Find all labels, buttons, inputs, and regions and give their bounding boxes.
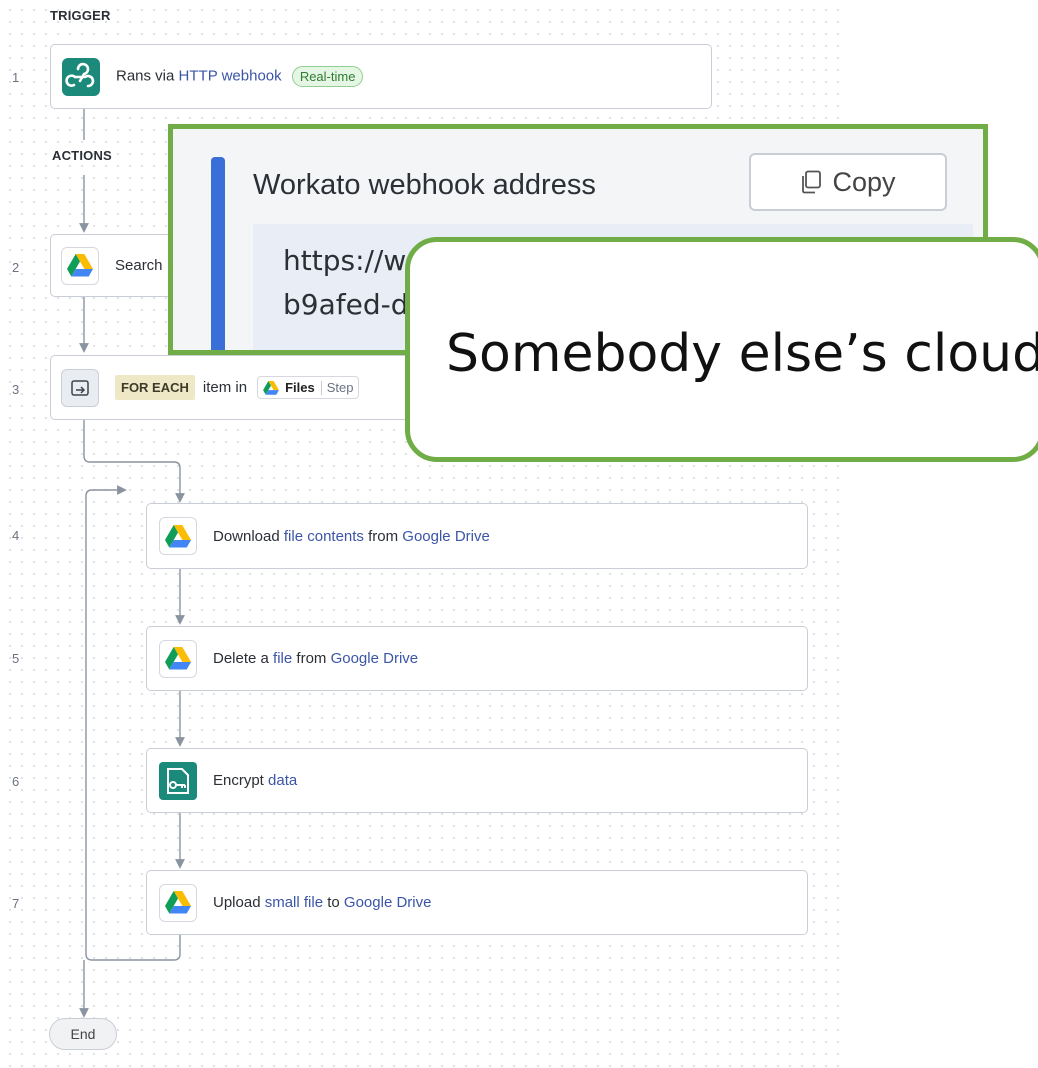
google-drive-icon — [159, 883, 197, 922]
step-app-link[interactable]: Google Drive — [344, 894, 432, 911]
step-verb: Upload — [213, 894, 265, 911]
trigger-step[interactable]: Rans via HTTP webhook Real-time — [50, 44, 712, 109]
upload-step-text: Upload small file to Google Drive — [213, 894, 431, 911]
webhook-icon — [62, 57, 100, 96]
download-step[interactable]: Download file contents from Google Drive — [146, 503, 808, 569]
webhook-url-line2: b9afed-d — [283, 288, 409, 321]
realtime-badge: Real-time — [291, 66, 364, 87]
encrypt-step-text: Encrypt data — [213, 772, 297, 789]
step-verb: Encrypt — [213, 772, 269, 789]
upload-step[interactable]: Upload small file to Google Drive — [146, 870, 808, 935]
caption-bubble: Somebody else’s cloud — [405, 237, 1038, 462]
trigger-prefix: Rans via — [116, 67, 179, 85]
copy-icon — [802, 170, 822, 194]
foreach-text: item in — [202, 379, 248, 396]
caption-text: Somebody else’s cloud — [446, 324, 1038, 384]
step-number: 3 — [12, 382, 20, 397]
step-number: 4 — [12, 528, 20, 543]
step-verb: Delete a — [213, 650, 274, 667]
delete-step[interactable]: Delete a file from Google Drive — [146, 626, 808, 691]
step-object-link[interactable]: file contents — [284, 528, 364, 545]
step-object-link[interactable]: small file — [265, 894, 323, 911]
trigger-section-label: TRIGGER — [50, 8, 111, 23]
encrypt-step[interactable]: Encrypt data — [146, 748, 808, 813]
datapill-files[interactable]: Files Step — [257, 376, 360, 399]
webhook-address-heading: Workato webhook address — [253, 169, 596, 201]
step-connector-word: from — [292, 650, 331, 667]
foreach-tag: FOR EACH — [115, 375, 195, 400]
google-drive-icon — [159, 517, 197, 555]
loop-icon — [61, 368, 99, 407]
datapill-divider — [320, 380, 322, 395]
step-connector-word: to — [323, 894, 344, 911]
datapill-name: Files — [285, 380, 315, 395]
end-node: End — [49, 1018, 117, 1050]
step-object-link[interactable]: data — [268, 772, 297, 789]
step-number: 6 — [12, 774, 20, 789]
webhook-url-line1: https://w — [283, 244, 407, 277]
step-object-link[interactable]: file — [273, 650, 292, 667]
google-drive-icon — [61, 246, 99, 285]
delete-step-text: Delete a file from Google Drive — [213, 650, 418, 667]
step-connector-word: from — [363, 527, 403, 545]
trigger-app-link[interactable]: HTTP webhook — [179, 67, 282, 84]
download-step-text: Download file contents from Google Drive — [213, 528, 490, 545]
copy-button-label: Copy — [832, 166, 896, 197]
trigger-step-text: Rans via HTTP webhook Real-time — [116, 66, 364, 87]
step-verb: Download — [213, 527, 284, 545]
key-file-icon — [159, 761, 197, 800]
copy-button[interactable]: Copy — [749, 153, 947, 211]
step-number: 5 — [12, 651, 20, 666]
actions-section-label: ACTIONS — [52, 148, 112, 163]
step-number: 1 — [12, 70, 20, 85]
search-step-text: Search — [115, 257, 163, 274]
step-app-link[interactable]: Google Drive — [331, 650, 419, 667]
step-number: 2 — [12, 260, 20, 275]
datapill-step: Step — [326, 380, 354, 395]
step-number: 7 — [12, 896, 20, 911]
callout-accent-bar — [211, 157, 225, 350]
google-drive-icon — [159, 639, 197, 678]
step-app-link[interactable]: Google Drive — [402, 528, 490, 545]
google-drive-icon — [263, 380, 279, 395]
